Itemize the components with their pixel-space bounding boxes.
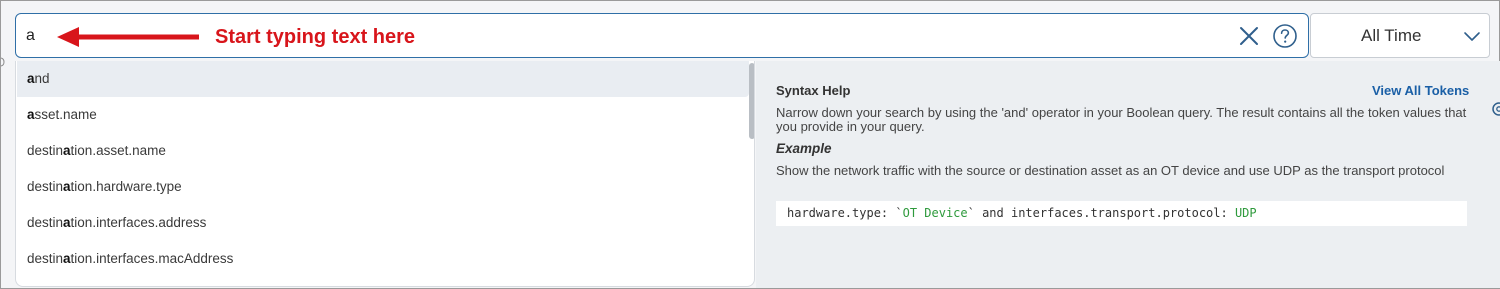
suggestion-rest: nd [34, 71, 50, 86]
suggestion-match: a [63, 215, 71, 230]
suggestion-rest: sset.name [34, 107, 97, 122]
code-value: OT Device [902, 206, 968, 220]
time-range-value: All Time [1361, 26, 1422, 45]
code-value: UDP [1234, 206, 1257, 220]
question-circle-icon[interactable] [1272, 23, 1298, 49]
chevron-down-icon [1464, 32, 1480, 41]
close-icon[interactable] [1238, 25, 1260, 47]
annotation-label: Start typing text here [215, 26, 416, 48]
example-description: Show the network traffic with the source… [776, 163, 1445, 178]
suggestion-rest: tion.interfaces.address [70, 215, 207, 230]
suggestion-prefix: destin [27, 143, 64, 158]
suggestion-item[interactable]: destination.hardware.type [17, 169, 749, 205]
suggestion-match: a [63, 251, 71, 266]
syntax-help-title: Syntax Help [776, 83, 851, 98]
suggestion-item[interactable]: asset.name [17, 97, 749, 133]
suggestion-scrollbar[interactable] [749, 63, 754, 139]
gear-icon[interactable] [1489, 97, 1500, 121]
suggestion-item[interactable]: destination.interfaces.macAddress [17, 241, 749, 277]
code-token: hardware.type: ` [787, 206, 903, 220]
suggestion-dropdown: and asset.name destination.asset.name de… [15, 61, 755, 287]
suggestion-rest: tion.hardware.type [70, 179, 182, 194]
search-frame: Start typing text here All Time and asse… [0, 0, 1500, 289]
edge-marker-icon [1, 57, 5, 67]
time-range-select[interactable]: All Time [1310, 13, 1490, 58]
annotation-arrow [57, 27, 199, 47]
code-token: ` and interfaces.transport.protocol: [967, 206, 1235, 220]
suggestion-item[interactable]: destination.interfaces.address [17, 205, 749, 241]
suggestion-prefix: destin [27, 179, 64, 194]
suggestion-prefix: destin [27, 251, 64, 266]
example-heading: Example [776, 141, 832, 156]
syntax-help-description: Narrow down your search by using the 'an… [776, 105, 1467, 134]
suggestion-item[interactable]: destination.asset.name [17, 133, 749, 169]
suggestion-rest: tion.interfaces.macAddress [70, 251, 234, 266]
suggestion-match: a [27, 107, 35, 122]
suggestion-match: a [63, 143, 71, 158]
syntax-help-panel: Syntax Help View All Tokens Narrow down … [756, 61, 1500, 288]
example-code: hardware.type: `OT Device` and interface… [776, 201, 1467, 226]
search-box[interactable] [15, 13, 1309, 58]
suggestion-match: a [27, 71, 35, 86]
suggestion-match: a [63, 179, 71, 194]
view-all-tokens-link[interactable]: View All Tokens [1372, 83, 1469, 98]
suggestion-item[interactable]: and [17, 61, 749, 97]
suggestion-rest: tion.asset.name [70, 143, 166, 158]
suggestion-prefix: destin [27, 215, 64, 230]
